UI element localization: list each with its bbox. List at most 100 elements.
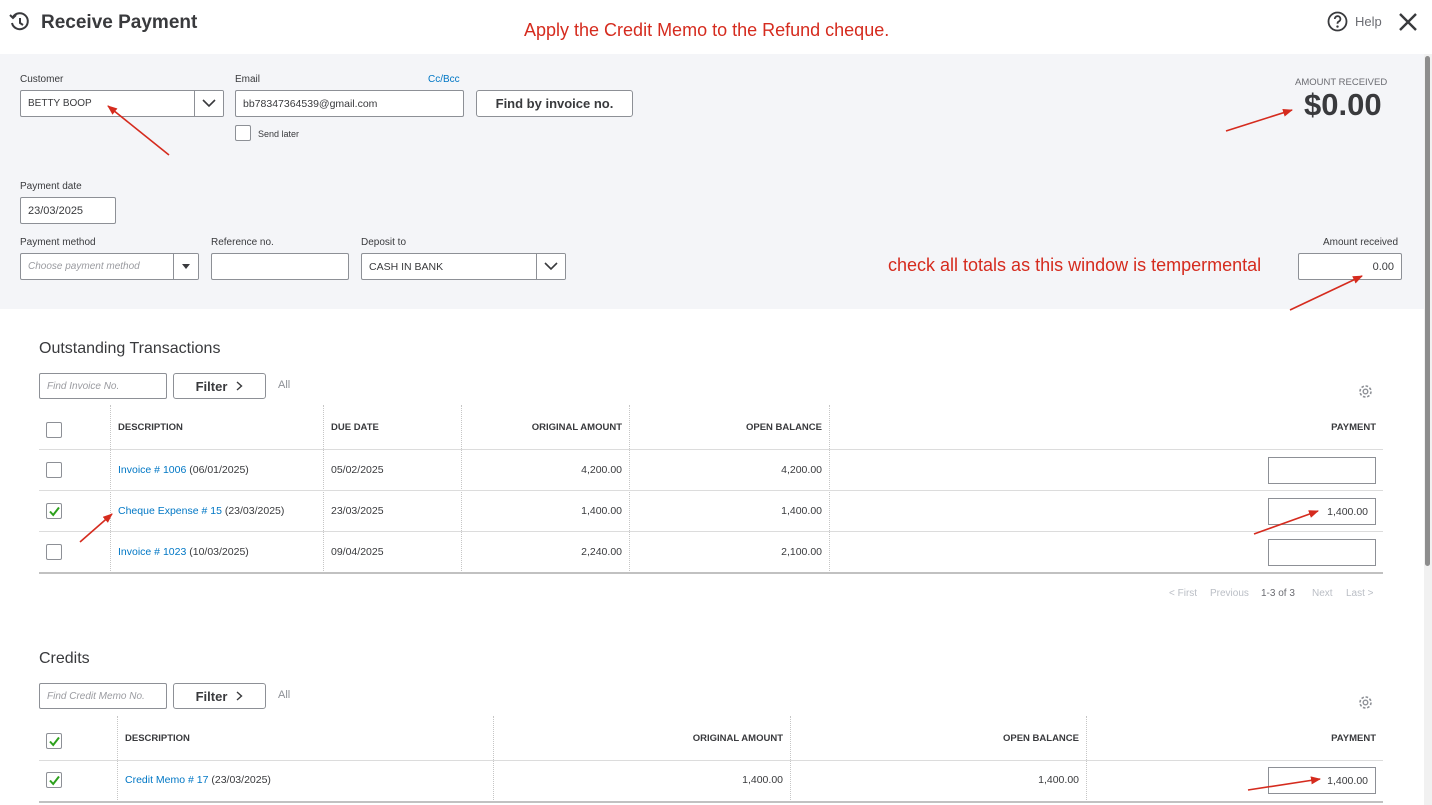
- payment-method-placeholder: Choose payment method: [28, 261, 140, 272]
- col-header-description[interactable]: DESCRIPTION: [125, 733, 190, 744]
- help-icon[interactable]: [1327, 11, 1348, 37]
- table-row-description: Cheque Expense # 15 (23/03/2025): [118, 505, 284, 517]
- original-amount-cell: 2,240.00: [581, 546, 622, 558]
- deposit-to-label: Deposit to: [361, 237, 407, 248]
- table-row-description: Credit Memo # 17 (23/03/2025): [125, 774, 271, 786]
- open-balance-cell: 1,400.00: [1038, 774, 1079, 786]
- send-later-checkbox[interactable]: [235, 125, 251, 141]
- outstanding-filter-all: All: [278, 379, 291, 391]
- credit-memo-17-link[interactable]: Credit Memo # 17: [125, 774, 208, 786]
- row-checkbox-credit-memo-17[interactable]: [46, 772, 62, 788]
- col-divider: [323, 405, 324, 573]
- open-balance-cell: 1,400.00: [781, 505, 822, 517]
- close-icon[interactable]: [1397, 11, 1419, 38]
- due-date-cell: 05/02/2025: [331, 464, 384, 476]
- cheque-expense-15-link[interactable]: Cheque Expense # 15: [118, 505, 222, 517]
- deposit-to-value: CASH IN BANK: [369, 260, 444, 273]
- scrollbar-thumb[interactable]: [1425, 56, 1430, 566]
- row-checkbox-invoice-1006[interactable]: [46, 462, 62, 478]
- filter-label: Filter: [195, 378, 228, 394]
- pager-previous[interactable]: Previous: [1210, 588, 1249, 599]
- col-divider: [629, 405, 630, 573]
- row-checkbox-cheque-expense-15[interactable]: [46, 503, 62, 519]
- col-divider: [1086, 716, 1087, 802]
- payment-date-label: Payment date: [20, 181, 82, 192]
- cc-bcc-link[interactable]: Cc/Bcc: [428, 74, 460, 85]
- email-label: Email: [235, 74, 261, 85]
- find-by-invoice-button[interactable]: Find by invoice no.: [476, 90, 633, 117]
- col-divider: [829, 405, 830, 573]
- payment-input-credit-memo-17[interactable]: 1,400.00: [1268, 767, 1376, 794]
- help-link[interactable]: Help: [1355, 14, 1382, 29]
- find-credit-memo-placeholder: Find Credit Memo No.: [47, 690, 145, 702]
- col-divider: [461, 405, 462, 573]
- col-header-payment[interactable]: PAYMENT: [837, 422, 1376, 433]
- find-credit-memo-input[interactable]: Find Credit Memo No.: [39, 683, 167, 709]
- credits-filter-button[interactable]: Filter: [173, 683, 266, 709]
- select-all-outstanding-checkbox[interactable]: [46, 422, 62, 438]
- col-header-open-balance[interactable]: OPEN BALANCE: [798, 733, 1079, 744]
- col-divider: [493, 716, 494, 802]
- transaction-date: (23/03/2025): [224, 505, 285, 517]
- credits-section-title: Credits: [39, 650, 90, 667]
- chevron-right-icon: [236, 691, 243, 701]
- col-header-due-date[interactable]: DUE DATE: [331, 422, 379, 433]
- deposit-to-select[interactable]: CASH IN BANK: [361, 253, 566, 280]
- payment-value: 1,400.00: [1327, 505, 1368, 518]
- chevron-down-icon: [202, 99, 216, 108]
- find-invoice-input[interactable]: Find Invoice No.: [39, 373, 167, 399]
- amount-received-field[interactable]: 0.00: [1298, 253, 1402, 280]
- original-amount-cell: 4,200.00: [581, 464, 622, 476]
- original-amount-cell: 1,400.00: [581, 505, 622, 517]
- table-bottom-border: [39, 572, 1383, 574]
- payment-input-invoice-1006[interactable]: [1268, 457, 1376, 484]
- col-divider: [110, 405, 111, 573]
- annotation-totals: check all totals as this window is tempe…: [888, 255, 1262, 275]
- pager-next[interactable]: Next: [1312, 588, 1333, 599]
- deposit-to-dropdown-button[interactable]: [536, 254, 565, 279]
- annotation-top: Apply the Credit Memo to the Refund cheq…: [524, 20, 890, 40]
- pager-first[interactable]: < First: [1169, 588, 1197, 599]
- settings-gear-icon[interactable]: [1357, 383, 1374, 405]
- outstanding-filter-button[interactable]: Filter: [173, 373, 266, 399]
- payment-input-cheque-expense-15[interactable]: 1,400.00: [1268, 498, 1376, 525]
- row-checkbox-invoice-1023[interactable]: [46, 544, 62, 560]
- col-header-original-amount[interactable]: ORIGINAL AMOUNT: [501, 733, 783, 744]
- col-divider: [117, 716, 118, 802]
- payment-method-dropdown-button[interactable]: [173, 254, 198, 279]
- amount-received-total: $0.00: [1304, 87, 1382, 122]
- pager-last[interactable]: Last >: [1346, 588, 1374, 599]
- col-header-payment[interactable]: PAYMENT: [1094, 733, 1376, 744]
- row-divider: [39, 760, 1383, 761]
- checkmark-icon: [48, 775, 60, 786]
- col-header-description[interactable]: DESCRIPTION: [118, 422, 183, 433]
- payment-method-select[interactable]: Choose payment method: [20, 253, 199, 280]
- customer-dropdown-button[interactable]: [194, 91, 223, 116]
- invoice-1006-link[interactable]: Invoice # 1006: [118, 464, 186, 476]
- pager-range: 1-3 of 3: [1261, 588, 1295, 599]
- recent-transactions-icon[interactable]: [8, 10, 32, 39]
- checkmark-icon: [48, 736, 60, 747]
- original-amount-cell: 1,400.00: [742, 774, 783, 786]
- payment-input-invoice-1023[interactable]: [1268, 539, 1376, 566]
- email-field[interactable]: bb78347364539@gmail.com: [235, 90, 464, 117]
- page-title: Receive Payment: [41, 12, 198, 33]
- settings-gear-icon[interactable]: [1357, 694, 1374, 716]
- payment-date-value: 23/03/2025: [28, 204, 84, 217]
- transaction-date: (10/03/2025): [189, 546, 249, 558]
- open-balance-cell: 2,100.00: [781, 546, 822, 558]
- transaction-date: (23/03/2025): [211, 774, 271, 786]
- payment-method-label: Payment method: [20, 237, 96, 248]
- table-row-description: Invoice # 1023 (10/03/2025): [118, 546, 249, 558]
- customer-select[interactable]: BETTY BOOP: [20, 90, 224, 117]
- credits-filter-all: All: [278, 689, 291, 701]
- invoice-1023-link[interactable]: Invoice # 1023: [118, 546, 186, 558]
- col-header-open-balance[interactable]: OPEN BALANCE: [637, 422, 822, 433]
- col-header-original-amount[interactable]: ORIGINAL AMOUNT: [469, 422, 622, 433]
- amount-received-value: 0.00: [1372, 260, 1394, 273]
- reference-no-field[interactable]: [211, 253, 349, 280]
- amount-received-label: Amount received: [1323, 237, 1399, 248]
- select-all-credits-checkbox[interactable]: [46, 733, 62, 749]
- row-divider: [39, 531, 1383, 532]
- payment-date-field[interactable]: 23/03/2025: [20, 197, 116, 224]
